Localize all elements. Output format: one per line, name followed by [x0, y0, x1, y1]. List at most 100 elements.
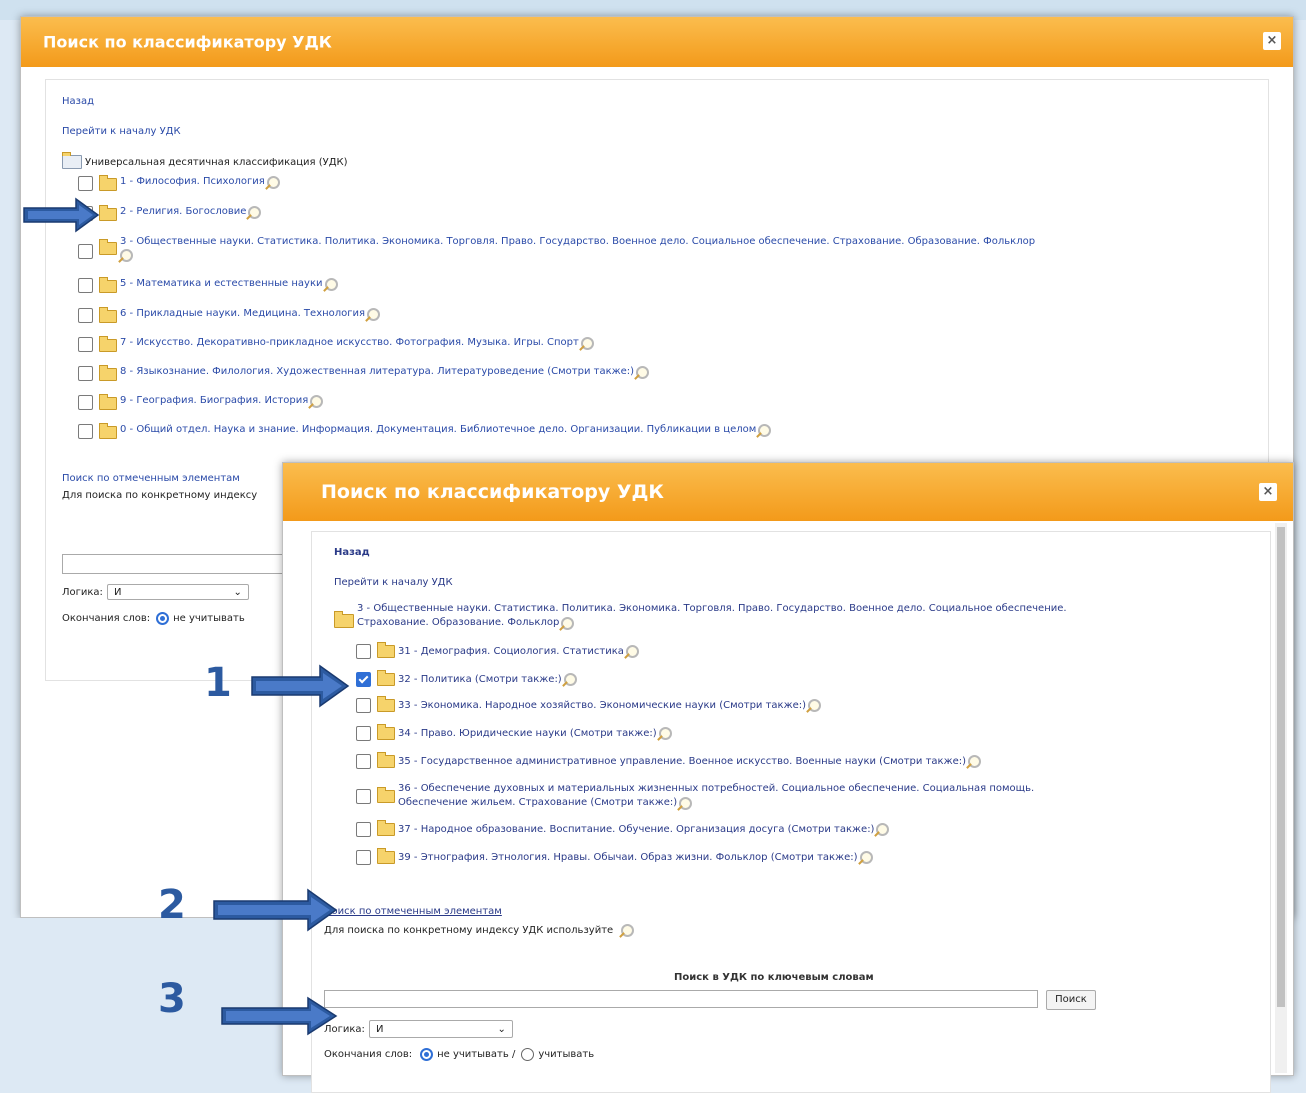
category-checkbox[interactable] — [78, 366, 93, 381]
logic-row: Логика: И ⌄ — [324, 1020, 513, 1038]
logic-select[interactable]: И ⌄ — [106, 584, 249, 600]
category-label[interactable]: 6 - Прикладные науки. Медицина. Технолог… — [120, 308, 365, 319]
magnifier-icon[interactable] — [808, 699, 822, 712]
category-label[interactable]: 8 - Языкознание. Филология. Художественн… — [120, 366, 634, 377]
magnifier-icon[interactable] — [324, 278, 338, 291]
category-label[interactable]: 1 - Философия. Психология — [120, 176, 265, 187]
subcategory-label[interactable]: 31 - Демография. Социология. Статистика — [398, 645, 624, 659]
category-label[interactable]: 7 - Искусство. Декоративно-прикладное ис… — [120, 337, 579, 348]
folder-icon — [377, 786, 395, 803]
root-node-label-line1[interactable]: 3 - Общественные науки. Статистика. Поли… — [357, 602, 1067, 616]
back-link[interactable]: Назад — [334, 547, 370, 558]
category-checkbox[interactable] — [78, 278, 93, 293]
search-marked-link[interactable]: Поиск по отмеченным элементам — [62, 473, 240, 484]
magnifier-icon[interactable] — [859, 851, 873, 864]
endings-radio-ignore[interactable] — [156, 612, 170, 625]
subcategory-label[interactable]: 35 - Государственное административное уп… — [398, 755, 966, 769]
magnifier-icon[interactable] — [367, 308, 381, 321]
subcategory-label[interactable]: 34 - Право. Юридические науки (Смотри та… — [398, 727, 657, 741]
magnifier-icon[interactable] — [968, 755, 982, 768]
keyword-search-input[interactable] — [324, 990, 1038, 1008]
root-node: Универсальная десятичная классификация (… — [62, 152, 348, 169]
subcategory-line: 34 - Право. Юридические науки (Смотри та… — [398, 727, 672, 741]
category-item: 6 - Прикладные науки. Медицина. Технолог… — [78, 307, 381, 323]
close-button[interactable]: × — [1259, 483, 1277, 501]
magnifier-icon[interactable] — [658, 727, 672, 740]
subcategory-text: 36 - Обеспечение духовных и материальных… — [398, 782, 1034, 810]
magnifier-icon[interactable] — [625, 645, 639, 658]
close-button[interactable]: × — [1263, 32, 1281, 50]
folder-icon — [377, 752, 395, 768]
category-text: 3 - Общественные науки. Статистика. Поли… — [120, 236, 1035, 262]
endings-radio-ignore[interactable] — [420, 1048, 434, 1061]
folder-icon — [99, 394, 117, 410]
category-label[interactable]: 2 - Религия. Богословие — [120, 206, 246, 217]
logic-label: Логика: — [62, 586, 103, 598]
goto-start-link[interactable]: Перейти к началу УДК — [334, 577, 453, 588]
back-link[interactable]: Назад — [62, 96, 94, 107]
chevron-down-icon: ⌄ — [233, 586, 242, 598]
root-node-label-line2[interactable]: Страхование. Образование. Фольклор — [357, 616, 559, 630]
category-item: 1 - Философия. Психология — [78, 175, 280, 191]
step-number-3: 3 — [158, 976, 186, 1022]
folder-icon — [377, 848, 395, 864]
category-checkbox[interactable] — [78, 176, 93, 191]
category-label[interactable]: 3 - Общественные науки. Статистика. Поли… — [120, 236, 1035, 247]
subcategory-checkbox[interactable] — [356, 672, 371, 687]
category-label[interactable]: 5 - Математика и естественные науки — [120, 278, 323, 289]
subcategory-checkbox[interactable] — [356, 822, 371, 837]
subcategory-label[interactable]: 33 - Экономика. Народное хозяйство. Экон… — [398, 699, 806, 713]
search-marked-link[interactable]: Поиск по отмеченным элементам — [324, 906, 502, 917]
category-checkbox[interactable] — [78, 308, 93, 323]
magnifier-icon[interactable] — [876, 823, 890, 836]
subcategory-checkbox[interactable] — [356, 698, 371, 713]
magnifier-icon[interactable] — [580, 337, 594, 350]
magnifier-icon[interactable] — [636, 366, 650, 379]
subcategory-text: 33 - Экономика. Народное хозяйство. Экон… — [398, 699, 822, 713]
subcategory-item: 37 - Народное образование. Воспитание. О… — [356, 820, 890, 837]
magnifier-icon[interactable] — [310, 395, 324, 408]
subcategory-item: 35 - Государственное административное уп… — [356, 752, 982, 769]
category-item: 2 - Религия. Богословие — [78, 205, 262, 221]
magnifier-icon[interactable] — [563, 673, 577, 686]
subcategory-checkbox[interactable] — [356, 644, 371, 659]
magnifier-icon[interactable] — [621, 924, 635, 937]
magnifier-icon[interactable] — [679, 796, 693, 810]
category-label[interactable]: 0 - Общий отдел. Наука и знание. Информа… — [120, 424, 756, 435]
goto-start-link[interactable]: Перейти к началу УДК — [62, 126, 181, 137]
endings-radio-consider[interactable] — [521, 1048, 535, 1061]
search-button[interactable]: Поиск — [1046, 990, 1096, 1010]
magnifier-icon[interactable] — [266, 176, 280, 189]
endings-row: Окончания слов: не учитывать — [62, 612, 245, 625]
scrollbar[interactable] — [1275, 523, 1287, 1073]
subcategory-checkbox[interactable] — [356, 754, 371, 769]
category-checkbox[interactable] — [78, 395, 93, 410]
magnifier-icon[interactable] — [561, 616, 575, 630]
subcategory-checkbox[interactable] — [356, 850, 371, 865]
folder-icon — [377, 696, 395, 712]
category-checkbox[interactable] — [78, 244, 93, 259]
folder-icon — [99, 205, 117, 221]
logic-select-value: И — [375, 1023, 384, 1035]
magnifier-icon[interactable] — [248, 206, 262, 219]
subcategory-label[interactable]: 32 - Политика (Смотри также:) — [398, 673, 562, 687]
subcategory-item: 33 - Экономика. Народное хозяйство. Экон… — [356, 696, 822, 713]
subcategory-text: 32 - Политика (Смотри также:) — [398, 673, 577, 687]
subcategory-label-line2[interactable]: Обеспечение жильем. Страхование (Смотри … — [398, 796, 677, 810]
subcategory-line: Обеспечение жильем. Страхование (Смотри … — [398, 796, 1034, 810]
magnifier-icon[interactable] — [120, 249, 133, 262]
category-label[interactable]: 9 - География. Биография. История — [120, 395, 308, 406]
subcategory-checkbox[interactable] — [356, 788, 371, 804]
arrow-step-2 — [213, 888, 338, 932]
scroll-thumb[interactable] — [1277, 527, 1285, 1007]
subcategory-label[interactable]: 36 - Обеспечение духовных и материальных… — [398, 782, 1034, 796]
magnifier-icon[interactable] — [758, 424, 772, 437]
subcategory-item: 31 - Демография. Социология. Статистика — [356, 642, 639, 659]
category-checkbox[interactable] — [78, 424, 93, 439]
category-checkbox[interactable] — [78, 337, 93, 352]
subcategory-checkbox[interactable] — [356, 726, 371, 741]
subcategory-label[interactable]: 37 - Народное образование. Воспитание. О… — [398, 823, 874, 837]
logic-select[interactable]: И ⌄ — [368, 1020, 513, 1038]
subcategory-text: 31 - Демография. Социология. Статистика — [398, 645, 639, 659]
subcategory-label[interactable]: 39 - Этнография. Этнология. Нравы. Обыча… — [398, 851, 858, 865]
